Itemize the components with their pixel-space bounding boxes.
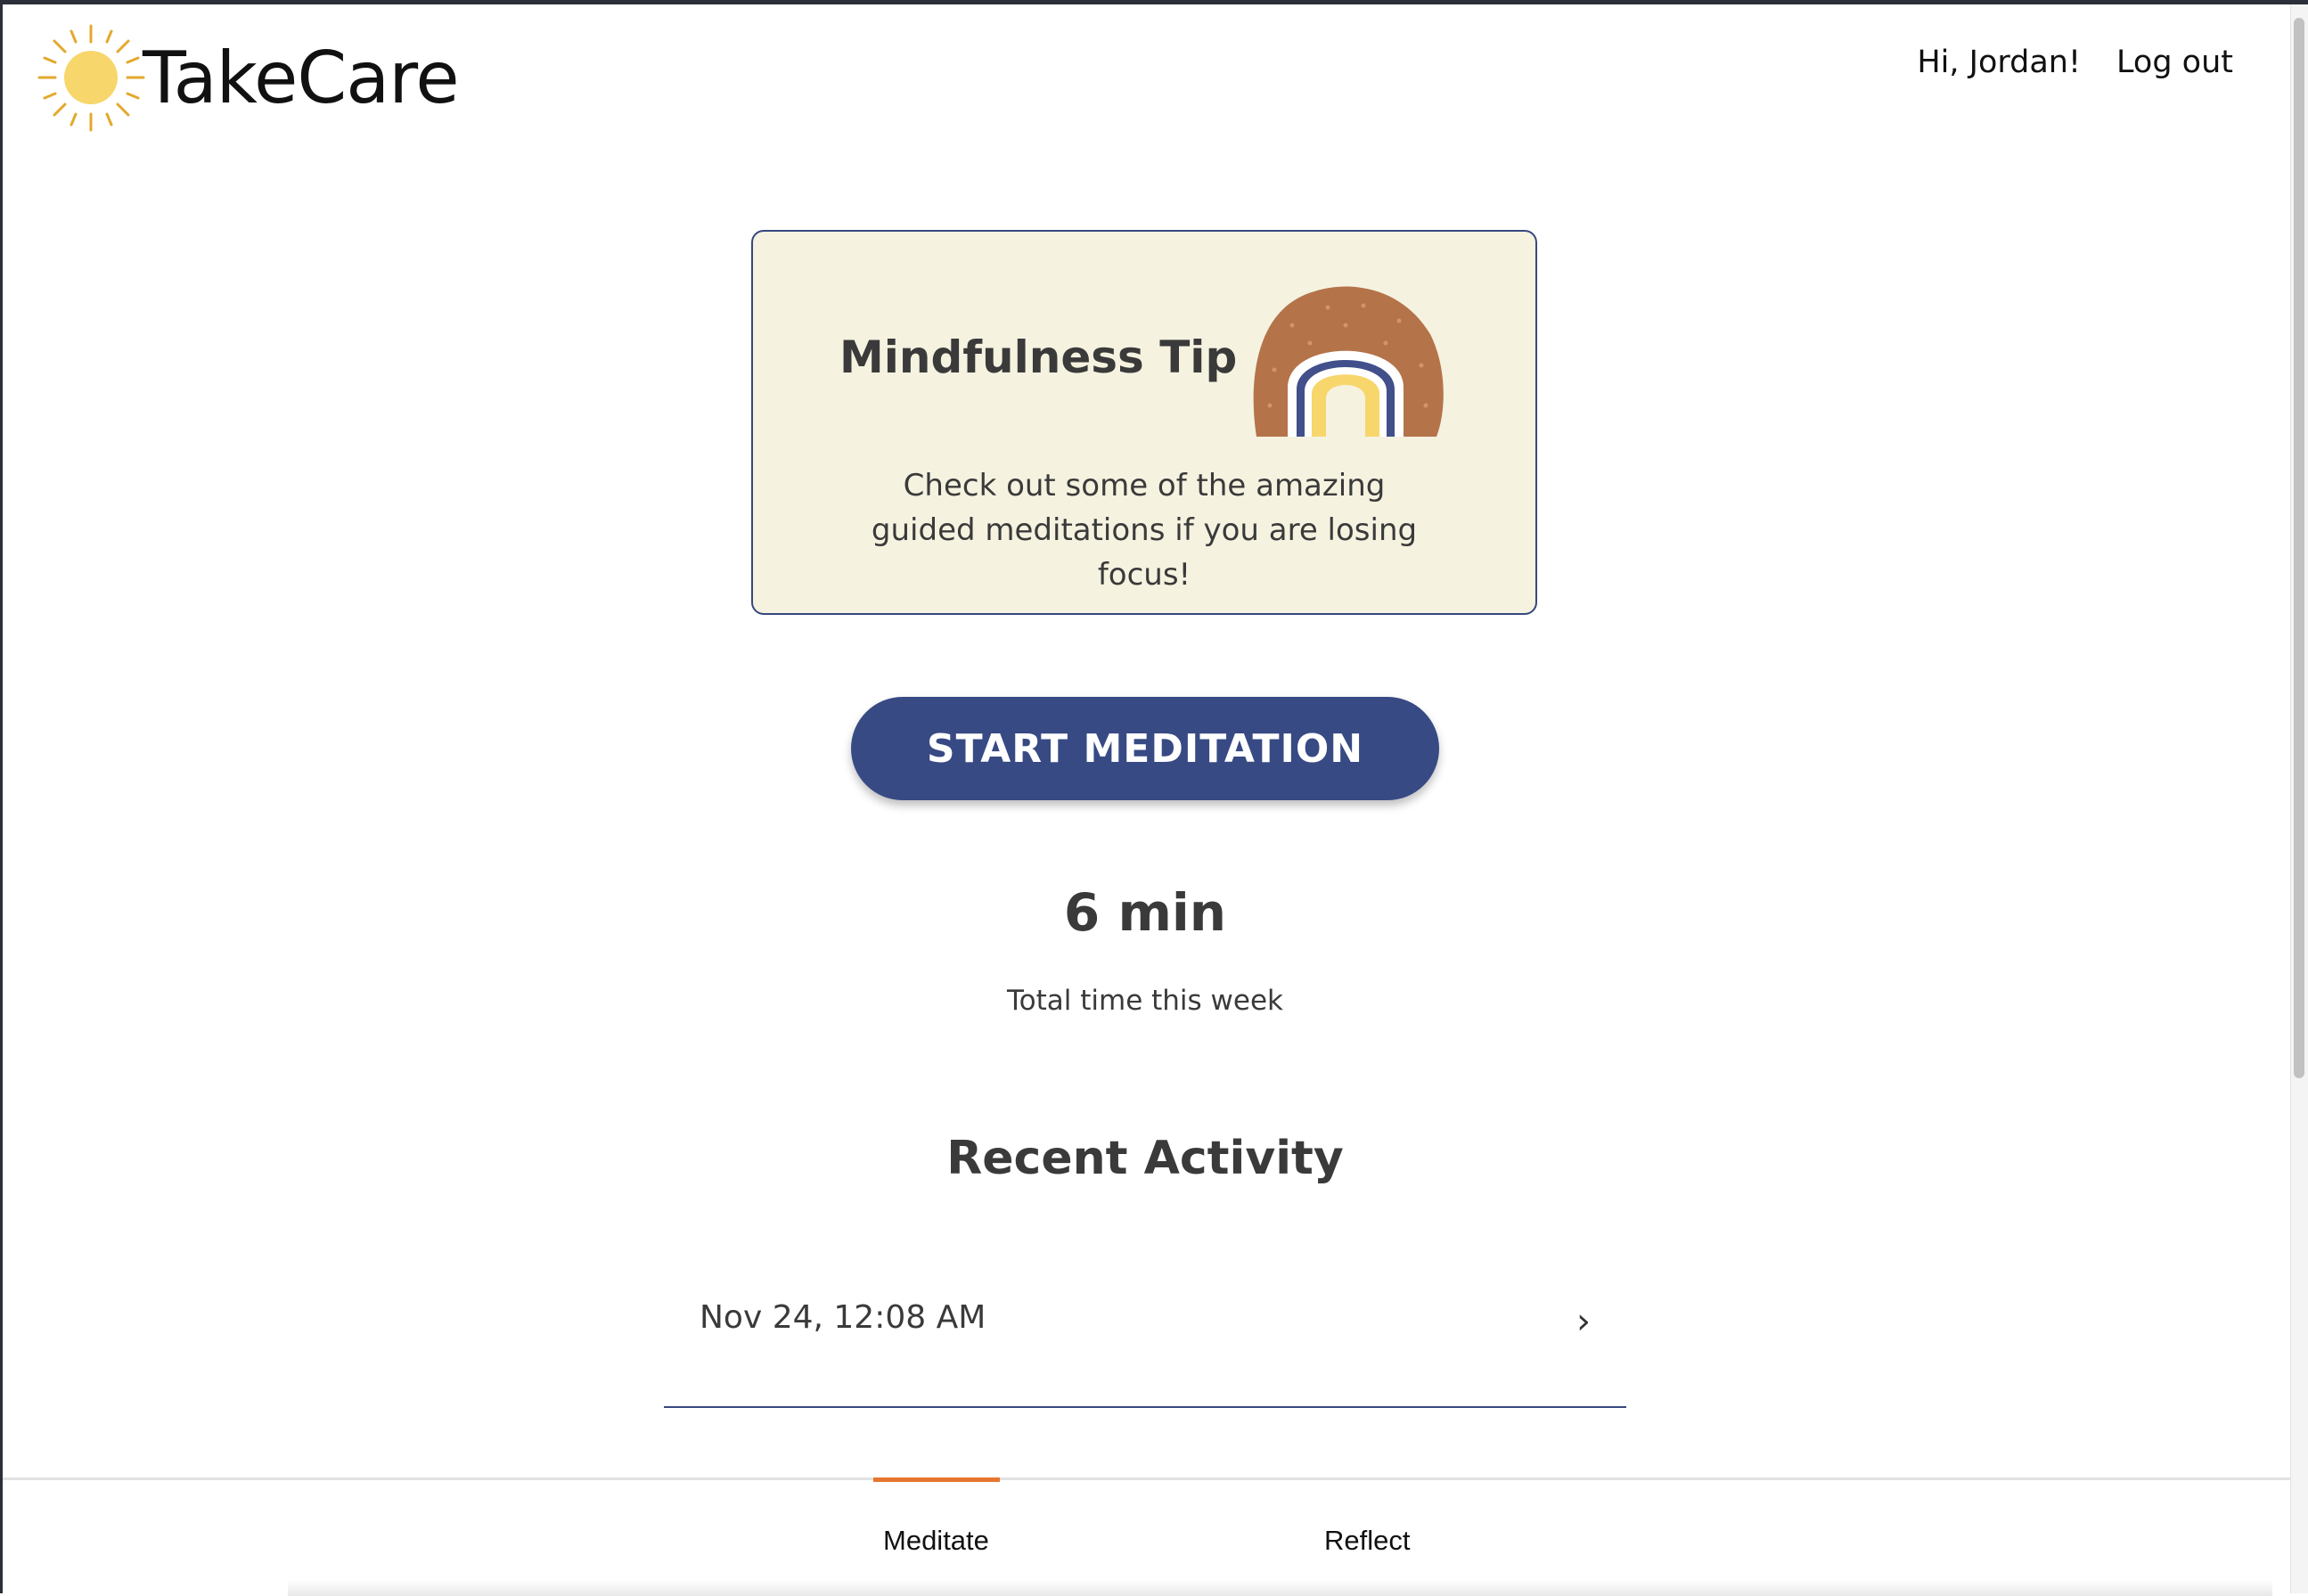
weekly-total-value: 6 min <box>1063 882 1227 943</box>
app-logo[interactable]: TakeCare <box>36 22 460 134</box>
activity-list-item[interactable]: Nov 24, 12:08 AM › <box>664 1274 1626 1408</box>
tip-text: Check out some of the amazing guided med… <box>871 468 1418 593</box>
chevron-right-icon: › <box>1576 1301 1591 1342</box>
tip-title: Mindfulness Tip <box>839 331 1238 383</box>
sun-icon <box>37 24 145 132</box>
logout-link[interactable]: Log out <box>2116 45 2233 80</box>
scrollbar-thumb[interactable] <box>2294 18 2304 1078</box>
bottom-navigation: Meditate Reflect <box>3 1477 2290 1596</box>
tab-meditate[interactable]: Meditate <box>883 1525 989 1557</box>
user-nav: Hi, Jordan! Log out <box>1917 45 2233 80</box>
bottom-shadow <box>288 1580 2272 1596</box>
window-left-border <box>0 0 3 1593</box>
tab-reflect[interactable]: Reflect <box>1324 1525 1410 1557</box>
weekly-total-label: Total time this week <box>1006 985 1283 1017</box>
start-meditation-button[interactable]: START MEDITATION <box>851 697 1439 800</box>
app-name: TakeCare <box>143 37 460 119</box>
rainbow-arch-icon <box>1253 286 1444 437</box>
active-tab-indicator <box>873 1477 1000 1482</box>
window-top-border <box>0 0 2308 4</box>
user-greeting: Hi, Jordan! <box>1917 45 2082 80</box>
recent-activity-title: Recent Activity <box>946 1132 1344 1185</box>
activity-date: Nov 24, 12:08 AM <box>700 1299 986 1336</box>
mindfulness-tip-card: Mindfulness Tip Check out some of the am… <box>751 230 1537 615</box>
